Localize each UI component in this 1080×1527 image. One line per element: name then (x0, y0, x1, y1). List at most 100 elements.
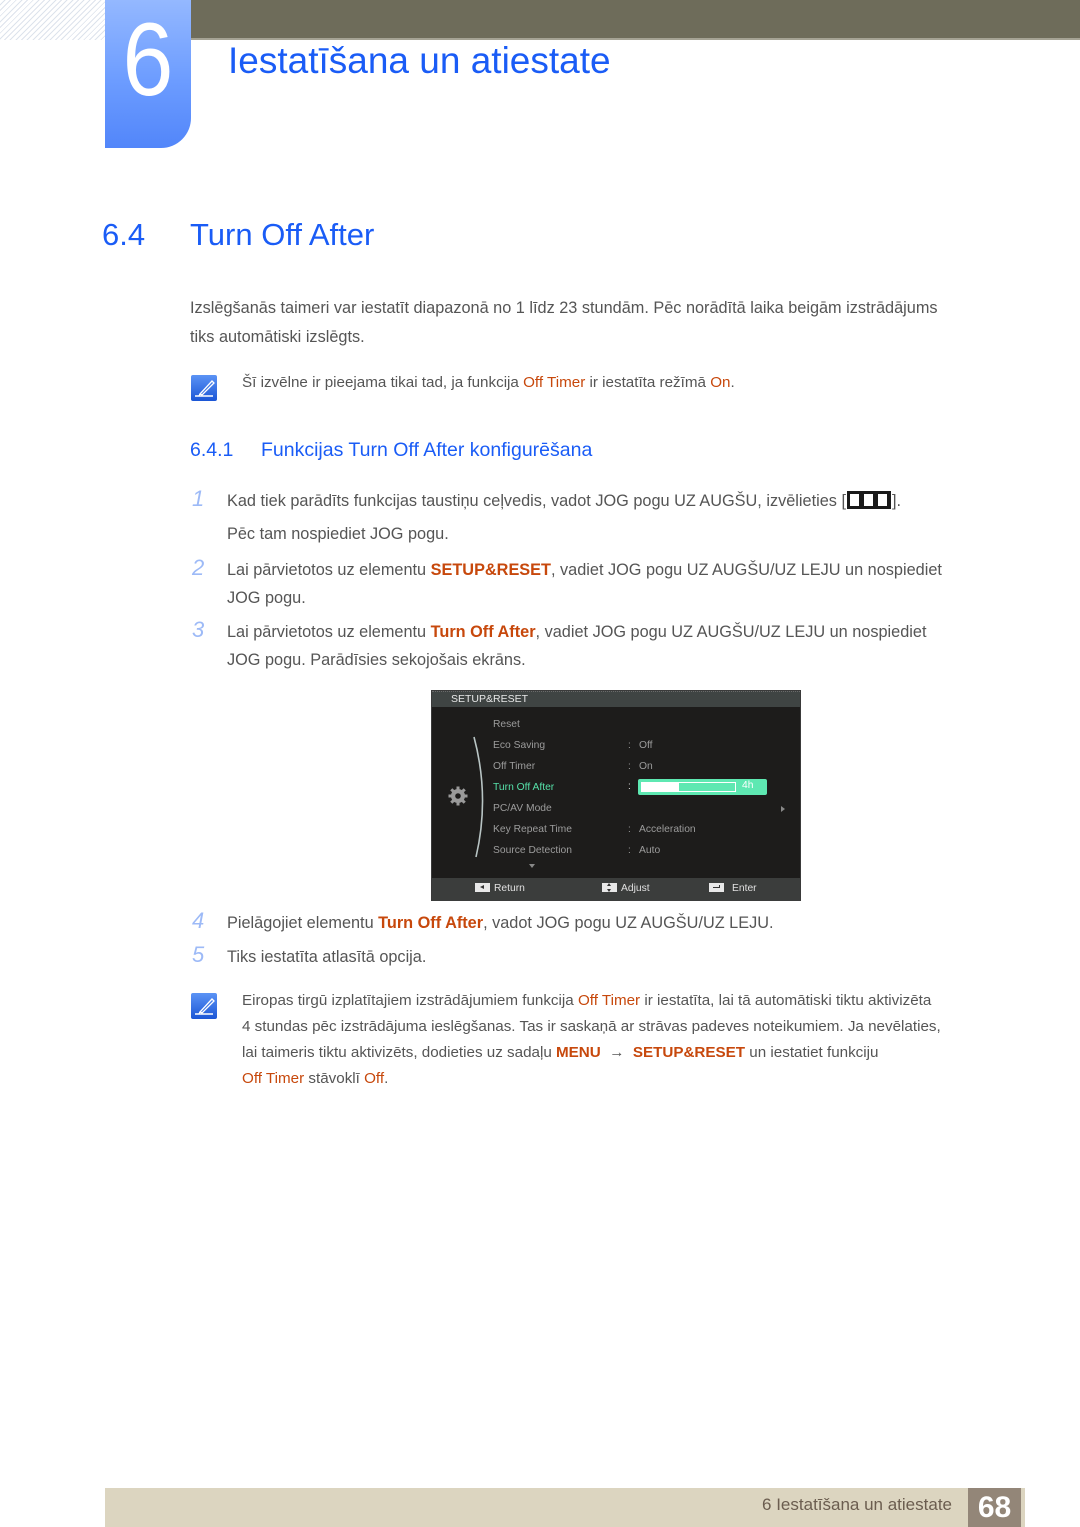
osd-value-source-detection: Auto (639, 845, 661, 856)
note-2-line-4-end: . (384, 1070, 389, 1087)
step-number: 4 (192, 908, 205, 933)
page-number: 68 (968, 1488, 1021, 1527)
arrow-right-icon: → (609, 1044, 625, 1061)
osd-enter-hint: Enter (709, 883, 757, 894)
note-1: Šī izvēlne ir pieejama tikai tad, ja fun… (242, 370, 1012, 396)
highlight-setup-reset: SETUP&RESET (430, 561, 551, 579)
note-2-line-3-pre: lai taimeris tiktu aktivizēts, dodieties… (242, 1044, 557, 1061)
step-number: 2 (192, 555, 205, 580)
subsection-title: 6.4.1 Funkcijas Turn Off After konfigurēš… (190, 439, 592, 462)
highlight-on: On (710, 374, 731, 391)
step-3-text-post: , vadiet JOG pogu UZ AUGŠU/UZ LEJU un no… (535, 623, 927, 641)
osd-item-eco-saving: Eco Saving (493, 740, 546, 751)
osd-item-turn-off-after: Turn Off After (493, 782, 555, 793)
step-3-text-pre: Lai pārvietotos uz elementu (227, 623, 431, 641)
highlight-off-timer: Off Timer (523, 374, 586, 391)
step-number: 3 (192, 617, 205, 642)
step-1-text: Kad tiek parādīts funkcijas taustiņu ceļ… (227, 487, 1017, 548)
osd-item-off-timer: Off Timer (493, 761, 536, 772)
subsection-title-text: Funkcijas Turn Off After konfigurēšana (261, 439, 593, 461)
osd-item-key-repeat-time: Key Repeat Time (493, 824, 572, 835)
page-footer: 6 Iestatīšana un atiestate (105, 1488, 1025, 1527)
step-4-text-post: , vadot JOG pogu UZ AUGŠU/UZ LEJU. (483, 914, 774, 932)
intro-line-2: tiks automātiski izslēgts. (190, 328, 365, 346)
note-2-line-3-post: un iestatiet funkciju (745, 1044, 879, 1061)
enter-key-icon (709, 883, 724, 892)
step-2-line-2: JOG pogu. (227, 589, 306, 607)
osd-colon: : (628, 781, 631, 792)
osd-header: SETUP&RESET (432, 691, 800, 707)
section-number: 6.4 (102, 217, 146, 252)
osd-colon: : (628, 761, 631, 772)
osd-value-off-timer: On (639, 761, 653, 772)
osd-item-source-detection: Source Detection (493, 845, 572, 856)
header-hatch-decoration (0, 0, 105, 40)
footer-chapter-title: 6 Iestatīšana un atiestate (762, 1495, 952, 1514)
step-number: 1 (192, 486, 205, 511)
subsection-number: 6.4.1 (190, 439, 234, 461)
note-1-text-mid: ir iestatīta režīmā (585, 374, 711, 391)
note-2: Eiropas tirgū izplatītajiem izstrādājumi… (242, 988, 1012, 1092)
note-pencil-icon (191, 375, 217, 401)
step-1-line-2: Pēc tam nospiediet JOG pogu. (227, 525, 449, 543)
note-1-text-end: . (730, 374, 735, 391)
intro-line-1: Izslēgšanās taimeri var iestatīt diapazo… (190, 299, 938, 317)
highlight-setup-reset: SETUP&RESET (632, 1044, 746, 1061)
note-2-line-1-post: ir iestatīta, lai tā automātiski tiktu a… (640, 992, 932, 1009)
section-title-text: Turn Off After (190, 217, 375, 252)
note-2-line-2: 4 stundas pēc izstrādājuma ieslēgšanas. … (242, 1018, 941, 1035)
osd-value-eco-saving: Off (639, 740, 653, 751)
note-1-text: Šī izvēlne ir pieejama tikai tad, ja fun… (242, 374, 524, 391)
chapter-tab: 6 (105, 0, 191, 148)
intro-paragraph: Izslēgšanās taimeri var iestatīt diapazo… (190, 294, 1010, 352)
osd-menu-screenshot: SETUP&RESET Reset Eco Saving : Off Off T… (431, 690, 801, 901)
osd-item-reset: Reset (493, 719, 520, 730)
osd-item-pc-av-mode: PC/AV Mode (493, 803, 552, 814)
step-4-text: Pielāgojiet elementu Turn Off After, vad… (227, 909, 1017, 937)
section-title: 6.4 Turn Off After (102, 217, 374, 253)
osd-adjust-label: Adjust (621, 883, 650, 894)
osd-adjust-hint: Adjust (602, 883, 650, 894)
step-2-text-pre: Lai pārvietotos uz elementu (227, 561, 431, 579)
highlight-turn-off-after: Turn Off After (378, 914, 484, 932)
step-2-text-post: , vadiet JOG pogu UZ AUGŠU/UZ LEJU un no… (550, 561, 942, 579)
osd-colon: : (628, 740, 631, 751)
step-1-line-1: Kad tiek parādīts funkcijas taustiņu ceļ… (227, 487, 1017, 515)
osd-title: SETUP&RESET (451, 693, 529, 705)
return-key-icon (475, 883, 490, 892)
step-1-text-post: ]. (891, 492, 902, 510)
osd-colon: : (628, 824, 631, 835)
submenu-arrow-icon (781, 806, 785, 812)
osd-value-key-repeat-time: Acceleration (639, 824, 696, 835)
note-2-line-1-pre: Eiropas tirgū izplatītajiem izstrādājumi… (242, 992, 578, 1009)
header-bar (190, 0, 1080, 38)
step-5-text: Tiks iestatīta atlasītā opcija. (227, 948, 427, 966)
step-3-line-2: JOG pogu. Parādīsies sekojošais ekrāns. (227, 651, 526, 669)
osd-enter-label: Enter (732, 883, 757, 894)
note-pencil-icon (191, 993, 217, 1019)
osd-return-hint: Return (475, 883, 525, 894)
highlight-turn-off-after: Turn Off After (430, 623, 536, 641)
step-3-text: Lai pārvietotos uz elementu Turn Off Aft… (227, 618, 1017, 674)
note-2-line-4-mid: stāvoklī (304, 1070, 365, 1087)
step-2-text: Lai pārvietotos uz elementu SETUP&RESET,… (227, 556, 1017, 612)
osd-footer: Return Adjust Enter (432, 878, 800, 901)
step-4-text-pre: Pielāgojiet elementu (227, 914, 379, 932)
osd-slider-value: 4h (742, 780, 754, 791)
scroll-down-arrow-icon (529, 864, 535, 868)
menu-bars-icon (846, 491, 891, 509)
osd-slider-track (641, 782, 736, 792)
step-1-text-pre: Kad tiek parādīts funkcijas taustiņu ceļ… (227, 492, 846, 510)
chapter-title: Iestatīšana un atiestate (228, 40, 611, 81)
chapter-number: 6 (122, 2, 174, 118)
highlight-menu: MENU (556, 1044, 601, 1061)
osd-turn-off-after-slider: 4h (638, 779, 767, 795)
osd-colon: : (628, 845, 631, 856)
step-number: 5 (192, 942, 205, 967)
osd-slider-fill (642, 783, 680, 791)
osd-return-label: Return (494, 883, 525, 894)
highlight-off-timer: Off Timer (577, 992, 641, 1009)
highlight-off: Off (364, 1070, 385, 1087)
osd-menu-arc (473, 736, 484, 858)
gear-icon (448, 786, 468, 806)
